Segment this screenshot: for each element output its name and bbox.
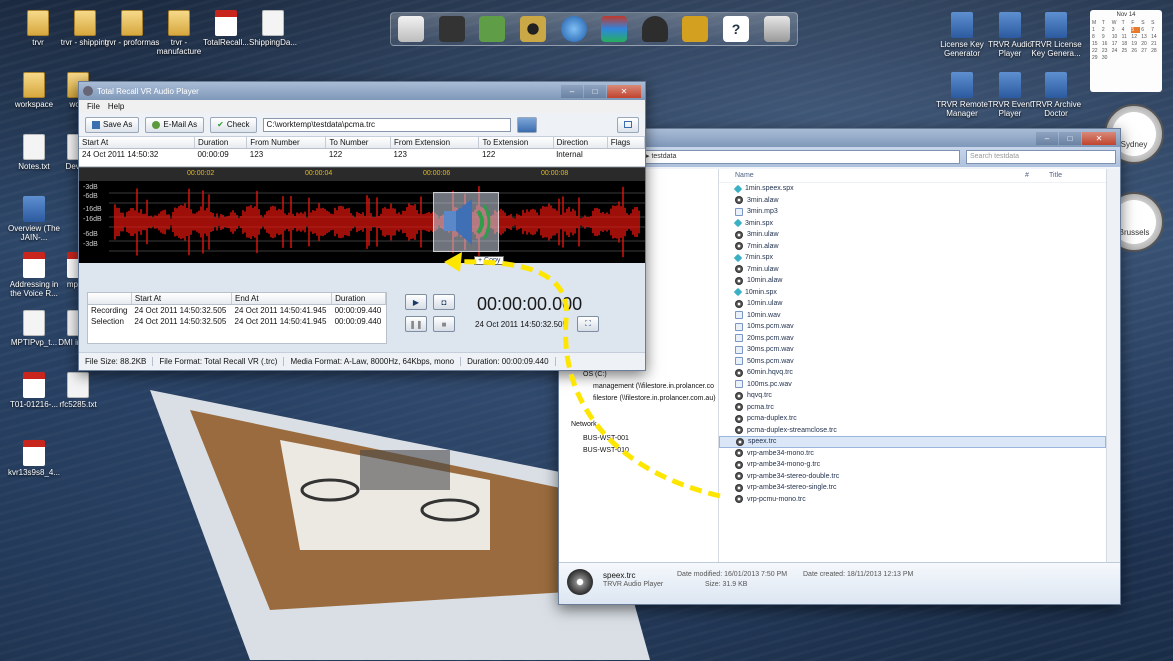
drag-arrow-annotation [444,252,721,499]
